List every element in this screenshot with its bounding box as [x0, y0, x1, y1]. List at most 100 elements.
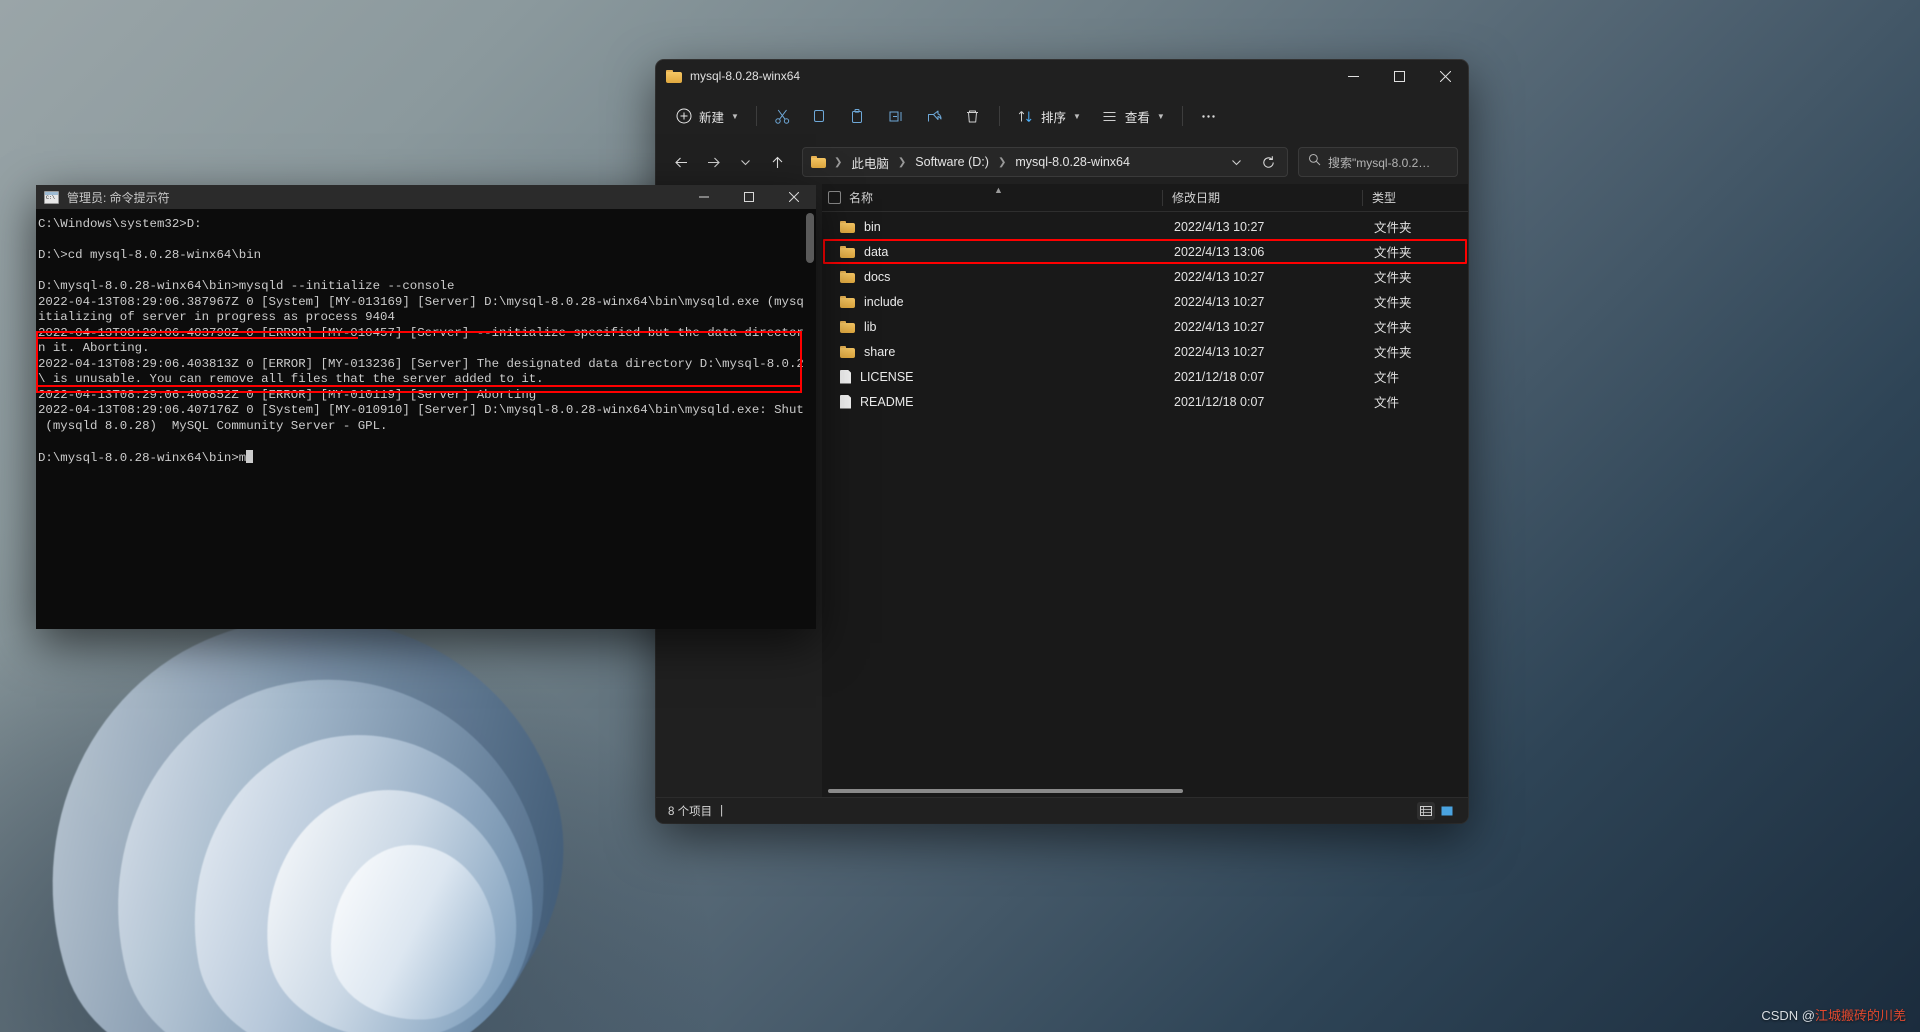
- rename-icon: [888, 107, 906, 125]
- search-placeholder: 搜索"mysql-8.0.2…: [1328, 155, 1431, 170]
- view-button[interactable]: 查看 ▼: [1092, 100, 1174, 132]
- refresh-button[interactable]: [1253, 147, 1283, 177]
- explorer-title-bar[interactable]: mysql-8.0.28-winx64: [656, 60, 1468, 92]
- cmd-output[interactable]: C:\Windows\system32>D: D:\>cd mysql-8.0.…: [36, 209, 804, 629]
- file-type-cell: 文件: [1374, 396, 1400, 410]
- table-row[interactable]: data 2022/4/13 13:06 文件夹: [824, 239, 1466, 264]
- paste-button[interactable]: [841, 100, 877, 132]
- table-row[interactable]: share 2022/4/13 10:27 文件夹: [824, 339, 1466, 364]
- more-options-button[interactable]: [1191, 100, 1227, 132]
- breadcrumb-separator-2: ❯: [997, 156, 1007, 168]
- delete-button[interactable]: [955, 100, 991, 132]
- toolbar-divider-2: [998, 106, 1000, 126]
- file-type-cell: 文件夹: [1374, 271, 1412, 285]
- file-type-cell: 文件夹: [1374, 296, 1412, 310]
- table-row[interactable]: bin 2022/4/13 10:27 文件夹: [824, 214, 1466, 239]
- plus-circle-icon: [675, 107, 693, 125]
- command-prompt-window: 管理员: 命令提示符 C:\Windows\system32>D: D:\>cd…: [36, 185, 816, 629]
- cmd-scrollbar-thumb[interactable]: [806, 213, 814, 263]
- scrollbar-thumb[interactable]: [828, 789, 1184, 793]
- file-type-cell: 文件夹: [1374, 321, 1412, 335]
- cmd-cursor: [246, 449, 254, 463]
- share-icon: [926, 107, 944, 125]
- explorer-toolbar: 新建 ▼ 排序 ▼ 查看 ▼: [656, 92, 1468, 140]
- cmd-title-bar[interactable]: 管理员: 命令提示符: [36, 185, 816, 209]
- watermark: CSDN @江城搬砖的川羌: [1761, 1005, 1906, 1024]
- sort-button-label: 排序: [1040, 110, 1066, 125]
- file-date-cell: 2022/4/13 10:27: [1174, 294, 1265, 309]
- file-icon: [840, 369, 851, 384]
- view-mode-buttons: [1417, 801, 1456, 820]
- breadcrumb-item-0[interactable]: 此电脑: [846, 151, 894, 174]
- breadcrumb-item-2[interactable]: mysql-8.0.28-winx64: [1010, 153, 1135, 171]
- cmd-minimize-button[interactable]: [681, 185, 726, 209]
- breadcrumb-bar[interactable]: ❯ 此电脑 ❯ Software (D:) ❯ mysql-8.0.28-win…: [802, 147, 1288, 177]
- copy-button[interactable]: [803, 100, 839, 132]
- file-name-cell: LICENSE: [824, 364, 1164, 389]
- cmd-scrollbar[interactable]: [804, 209, 816, 629]
- chevron-down-icon-sort: ▼: [1072, 111, 1081, 121]
- cmd-close-button[interactable]: [771, 185, 816, 209]
- close-button[interactable]: [1422, 60, 1468, 92]
- maximize-button[interactable]: [1376, 60, 1422, 92]
- sort-button[interactable]: 排序 ▼: [1008, 100, 1090, 132]
- explorer-status-bar: 8 个项目 |: [656, 797, 1468, 823]
- table-row[interactable]: LICENSE 2021/12/18 0:07 文件: [824, 364, 1466, 389]
- file-icon: [840, 394, 851, 409]
- file-name-cell: data: [824, 239, 1164, 264]
- window-controls: [1330, 60, 1468, 92]
- file-type-cell: 文件夹: [1374, 246, 1412, 260]
- file-date-cell: 2022/4/13 10:27: [1174, 219, 1265, 234]
- file-name-cell: lib: [824, 314, 1164, 339]
- file-name-label: lib: [864, 319, 877, 334]
- file-name-cell: include: [824, 289, 1164, 314]
- file-name-cell: docs: [824, 264, 1164, 289]
- watermark-prefix: CSDN @: [1761, 1008, 1815, 1023]
- up-button[interactable]: [762, 147, 792, 177]
- toolbar-divider: [755, 106, 757, 126]
- file-date-cell: 2022/4/13 10:27: [1174, 344, 1265, 359]
- file-name-cell: bin: [824, 214, 1164, 239]
- recent-locations-button[interactable]: [730, 147, 760, 177]
- details-view-button[interactable]: [1417, 801, 1435, 820]
- rename-button[interactable]: [879, 100, 915, 132]
- share-button[interactable]: [917, 100, 953, 132]
- horizontal-scrollbar[interactable]: [822, 785, 1468, 797]
- column-header-date[interactable]: 修改日期: [1162, 184, 1362, 212]
- table-row[interactable]: docs 2022/4/13 10:27 文件夹: [824, 264, 1466, 289]
- back-button[interactable]: [666, 147, 696, 177]
- cmd-maximize-button[interactable]: [726, 185, 771, 209]
- address-dropdown-button[interactable]: [1221, 147, 1251, 177]
- cmd-body: C:\Windows\system32>D: D:\>cd mysql-8.0.…: [36, 209, 816, 629]
- cmd-title: 管理员: 命令提示符: [67, 190, 170, 205]
- explorer-address-bar: ❯ 此电脑 ❯ Software (D:) ❯ mysql-8.0.28-win…: [656, 140, 1468, 184]
- new-button[interactable]: 新建 ▼: [666, 100, 748, 132]
- chevron-down-icon-view: ▼: [1156, 111, 1165, 121]
- file-date-cell: 2021/12/18 0:07: [1174, 369, 1265, 384]
- folder-icon: [840, 320, 855, 333]
- desktop: mysql-8.0.28-winx64 新建 ▼ 排序 ▼ 查看 ▼ ❯ 此电脑…: [0, 0, 1920, 1032]
- search-icon: [1308, 153, 1321, 171]
- file-name-label: docs: [864, 269, 891, 284]
- folder-icon: [840, 245, 855, 258]
- table-row[interactable]: README 2021/12/18 0:07 文件: [824, 389, 1466, 414]
- file-type-cell: 文件: [1374, 371, 1400, 385]
- folder-icon: [840, 220, 855, 233]
- sort-ascending-indicator: ▲: [994, 185, 1003, 195]
- scrollbar-track[interactable]: [828, 789, 1462, 793]
- file-name-label: bin: [864, 219, 881, 234]
- watermark-nick: 江城搬砖的川羌: [1814, 1008, 1906, 1023]
- minimize-button[interactable]: [1330, 60, 1376, 92]
- select-all-checkbox[interactable]: [828, 191, 841, 204]
- breadcrumb-item-1[interactable]: Software (D:): [910, 153, 994, 171]
- table-row[interactable]: include 2022/4/13 10:27 文件夹: [824, 289, 1466, 314]
- large-icons-view-button[interactable]: [1438, 802, 1456, 820]
- file-date-cell: 2022/4/13 13:06: [1174, 244, 1265, 259]
- column-header-name[interactable]: 名称: [822, 184, 1162, 212]
- column-header-type[interactable]: 类型: [1362, 184, 1468, 212]
- forward-button[interactable]: [698, 147, 728, 177]
- item-count-label: 8 个项目: [668, 805, 713, 818]
- cut-button[interactable]: [765, 100, 801, 132]
- search-input[interactable]: 搜索"mysql-8.0.2…: [1298, 147, 1458, 177]
- table-row[interactable]: lib 2022/4/13 10:27 文件夹: [824, 314, 1466, 339]
